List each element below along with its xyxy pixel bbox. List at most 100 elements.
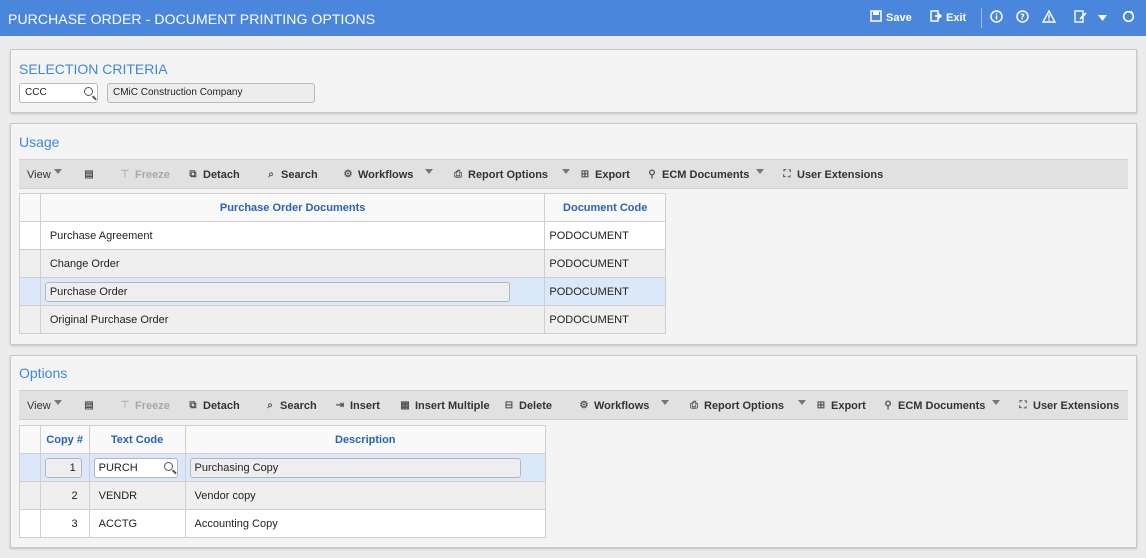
insert-button[interactable]: ⇥ Insert (334, 399, 380, 413)
printer-icon: ⎙ (454, 169, 462, 180)
workflows-button[interactable]: ⚙ Workflows (342, 168, 414, 182)
table-row[interactable]: 3 ACCTG Accounting Copy (19, 509, 547, 538)
detach-button[interactable]: ⧉ Detach (187, 399, 239, 413)
row-selector[interactable] (19, 509, 41, 538)
detach-button[interactable]: ⧉ Detach (187, 168, 239, 182)
document-cell[interactable]: Change Order (39, 249, 546, 278)
export-icon: ⊞ (580, 169, 590, 180)
ecm-documents-label: ECM Documents (662, 169, 750, 181)
freeze-icon: ⊤ (120, 400, 130, 411)
search-icon[interactable] (84, 87, 93, 96)
row-selector[interactable] (19, 277, 41, 306)
chevron-down-icon[interactable] (54, 400, 62, 405)
row-selector[interactable] (19, 481, 41, 510)
row-selector[interactable] (19, 221, 41, 250)
table-row[interactable]: Purchase Agreement PODOCUMENT (19, 221, 666, 250)
selection-criteria-panel: SELECTION CRITERIA CCC CMiC Construction… (10, 49, 1137, 113)
format-button[interactable]: ▤ (83, 168, 95, 182)
search-button[interactable]: ⌕ Search (264, 399, 317, 413)
column-header[interactable]: Document Code (544, 193, 666, 222)
chevron-down-icon[interactable] (798, 400, 806, 405)
row-selector[interactable] (19, 249, 41, 278)
user-extensions-button[interactable]: ⛶ User Extensions (781, 168, 884, 182)
view-menu[interactable]: View (27, 168, 51, 182)
insert-multiple-button[interactable]: ▦ Insert Multiple (399, 399, 489, 413)
chevron-down-icon[interactable] (562, 169, 570, 174)
notes-button[interactable] (1074, 10, 1087, 26)
text-code-cell[interactable]: VENDR (88, 481, 186, 510)
help-button[interactable]: ? (1016, 10, 1029, 26)
ecm-documents-button[interactable]: ⚲ ECM Documents (646, 168, 749, 182)
workflows-label: Workflows (358, 169, 414, 181)
copy-number-field[interactable]: 1 (44, 457, 82, 478)
text-code-cell[interactable]: ACCTG (88, 509, 186, 538)
document-cell[interactable]: Original Purchase Order (39, 305, 546, 334)
table-row[interactable]: Change Order PODOCUMENT (19, 249, 666, 278)
user-extensions-label: User Extensions (797, 169, 884, 181)
row-selector[interactable] (19, 305, 41, 334)
search-button[interactable]: ⌕ Search (265, 168, 318, 182)
row-selector-header (19, 193, 41, 222)
user-extensions-label: User Extensions (1033, 400, 1120, 412)
table-row[interactable]: 1 PURCH Purchasing Copy (19, 453, 547, 482)
export-button[interactable]: ⊞ Export (815, 399, 866, 413)
column-header[interactable]: Text Code (88, 425, 186, 454)
warning-button[interactable] (1041, 9, 1057, 26)
description-field[interactable]: Purchasing Copy (189, 457, 521, 478)
table-format-icon: ▤ (84, 169, 94, 180)
table-row[interactable]: 2 VENDR Vendor copy (19, 481, 547, 510)
warning-icon (1041, 9, 1057, 26)
row-selector[interactable] (19, 453, 41, 482)
workflows-button[interactable]: ⚙ Workflows (578, 399, 650, 413)
hierarchy-icon: ⛶ (1019, 400, 1027, 411)
ecm-documents-button[interactable]: ⚲ ECM Documents (882, 399, 985, 413)
document-field[interactable]: Purchase Order (44, 281, 510, 302)
column-header[interactable]: Purchase Order Documents (39, 193, 546, 222)
usage-panel: Usage View ▤ ⊤ Freeze ⧉ Detach ⌕ Search ⚙ Wo… (10, 123, 1137, 345)
usage-title: Usage (19, 134, 60, 150)
table-row[interactable]: Purchase Order PODOCUMENT (19, 277, 666, 306)
chevron-down-icon[interactable] (992, 400, 1000, 405)
company-code-field[interactable]: CCC (19, 83, 98, 103)
notes-menu-button[interactable] (1098, 10, 1107, 26)
copy-number-cell[interactable]: 3 (39, 509, 90, 538)
save-icon (870, 10, 882, 26)
freeze-button[interactable]: ⊤ Freeze (119, 168, 170, 182)
chevron-down-icon[interactable] (54, 169, 62, 174)
report-options-button[interactable]: ⎙ Report Options (688, 399, 784, 413)
freeze-button[interactable]: ⊤ Freeze (119, 399, 170, 413)
description-cell[interactable]: Vendor copy (184, 481, 547, 510)
code-cell[interactable]: PODOCUMENT (544, 221, 666, 250)
format-button[interactable]: ▤ (83, 399, 95, 413)
code-cell[interactable]: PODOCUMENT (544, 249, 666, 278)
copy-number-cell[interactable]: 2 (39, 481, 90, 510)
report-options-button[interactable]: ⎙ Report Options (452, 168, 548, 182)
search-icon[interactable] (163, 461, 173, 471)
code-cell[interactable]: PODOCUMENT (544, 305, 666, 334)
save-button[interactable]: Save (870, 10, 912, 26)
ecm-icon: ⚲ (648, 169, 656, 180)
refresh-button[interactable] (1122, 10, 1135, 26)
export-button[interactable]: ⊞ Export (579, 168, 630, 182)
user-extensions-button[interactable]: ⛶ User Extensions (1017, 399, 1120, 413)
code-cell[interactable]: PODOCUMENT (544, 277, 666, 306)
table-row[interactable]: Original Purchase Order PODOCUMENT (19, 305, 666, 334)
chevron-down-icon[interactable] (425, 169, 433, 174)
window-title: PURCHASE ORDER - DOCUMENT PRINTING OPTIO… (8, 11, 376, 27)
delete-label: Delete (519, 400, 553, 412)
exit-button[interactable]: Exit (930, 10, 966, 26)
title-bar: PURCHASE ORDER - DOCUMENT PRINTING OPTIO… (0, 0, 1146, 36)
delete-button[interactable]: ⊟ Delete (503, 399, 552, 413)
document-cell[interactable]: Purchase Agreement (39, 221, 546, 250)
chevron-down-icon[interactable] (756, 169, 764, 174)
ecm-documents-label: ECM Documents (898, 400, 986, 412)
text-code-field[interactable]: PURCH (93, 457, 178, 478)
description-cell[interactable]: Accounting Copy (184, 509, 547, 538)
column-header[interactable]: Description (184, 425, 547, 454)
exit-icon (930, 10, 943, 26)
chevron-down-icon[interactable] (661, 400, 669, 405)
column-header[interactable]: Copy # (39, 425, 90, 454)
ecm-icon: ⚲ (884, 400, 892, 411)
info-button[interactable] (990, 10, 1003, 26)
view-menu[interactable]: View (27, 399, 51, 413)
